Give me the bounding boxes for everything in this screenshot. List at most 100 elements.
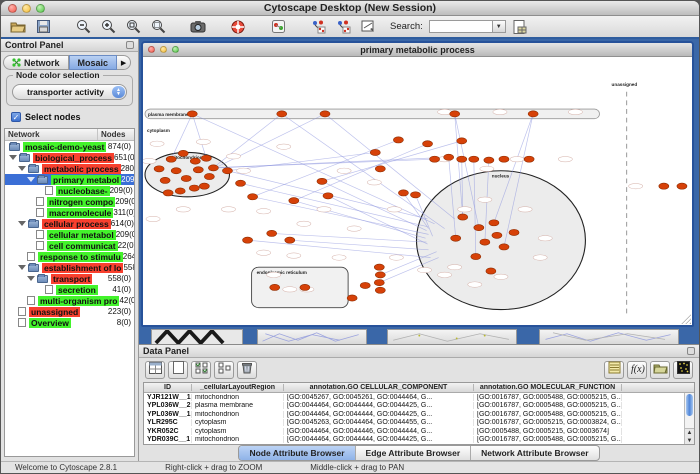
network-node[interactable] [317,178,327,184]
tree-row[interactable]: biological_process651(0) [5,152,134,163]
save-session-button[interactable] [32,17,54,36]
edge[interactable] [209,114,325,171]
network-view-window[interactable]: primary metabolic process plasma membran… [141,41,694,327]
attribute-grid-button[interactable] [145,361,165,379]
open-file-button[interactable] [7,17,29,36]
delete-attribute-button[interactable] [237,361,257,379]
network-node[interactable] [524,156,534,162]
edge[interactable] [253,197,429,235]
edge[interactable] [209,114,281,171]
zoom-fit-button[interactable] [147,17,169,36]
network-node[interactable] [398,190,408,196]
tree-row[interactable]: nucleobase-209(0) [5,185,134,196]
snapshot-camera-button[interactable] [187,17,209,36]
network-node[interactable] [499,156,509,162]
expand-arrow-icon[interactable] [27,276,35,281]
network-node[interactable] [659,183,669,189]
tree-row[interactable]: macromolecule311(0) [5,207,134,218]
table-scrollbar[interactable]: ▲▼ [684,393,694,444]
expand-arrow-icon[interactable] [18,265,26,270]
network-canvas[interactable]: plasma membranecytoplasmmitochondrionnuc… [143,57,692,325]
network-node[interactable] [444,154,454,160]
network-node[interactable] [285,237,295,243]
table-row[interactable]: YPL036W__1mitochondrion[GO:0044464, GO:0… [144,410,694,419]
table-column-header[interactable]: _cellularLayoutRegion [192,384,284,391]
table-row[interactable]: YJR121W__1mitochondrion[GO:0045267, GO:0… [144,393,694,402]
unselect-attributes-button[interactable] [214,361,234,379]
network-node[interactable] [320,111,330,117]
background-window-fragment[interactable] [151,329,243,344]
network-node[interactable] [457,156,467,162]
network-node[interactable] [374,279,384,285]
apply-layout-button[interactable] [307,17,329,36]
network-node[interactable] [423,141,433,147]
network-node[interactable] [222,168,232,174]
background-window-fragment[interactable] [257,329,367,344]
network-node[interactable] [677,183,687,189]
network-node[interactable] [204,173,214,179]
tree-col-nodes[interactable]: Nodes [98,129,134,140]
network-node[interactable] [300,284,310,290]
import-table-button[interactable] [509,17,531,36]
zoom-out-button[interactable] [72,17,94,36]
edge[interactable] [328,196,428,244]
float-panel-icon[interactable] [126,41,134,49]
tree-row[interactable]: response to stimulu264(0) [5,251,134,262]
background-window-fragment[interactable] [539,329,679,344]
tree-row[interactable]: cell communicat22(0) [5,240,134,251]
network-node[interactable] [499,244,509,250]
more-tabs-button[interactable]: ▶ [117,55,131,70]
edge[interactable] [192,114,206,158]
table-scrollbar-thumb[interactable] [686,394,693,416]
edge[interactable] [290,240,429,250]
network-node[interactable] [166,156,176,162]
table-row[interactable]: YDR039C__1mitochondrion[GO:0044464, GO:0… [144,436,694,445]
network-node[interactable] [163,190,173,196]
tree-row[interactable]: establishment of lo558(0) [5,262,134,273]
tree-row[interactable]: metabolic process280(0) [5,163,134,174]
network-node[interactable] [393,137,403,143]
tab-network[interactable]: Network [3,55,69,70]
node-color-select[interactable]: transporter activity ▲▼ [12,84,127,100]
heatmap-button[interactable] [673,361,693,379]
network-node[interactable] [193,167,203,173]
tree-row[interactable]: cellular metabol209(0) [5,229,134,240]
network-node[interactable] [181,175,191,181]
tree-row[interactable]: transport558(0) [5,273,134,284]
network-node[interactable] [374,264,384,270]
network-node[interactable] [236,180,246,186]
network-node[interactable] [458,214,468,220]
edge[interactable] [241,183,428,226]
network-node[interactable] [267,230,277,236]
window-titlebar[interactable]: Cytoscape Desktop (New Session) [1,1,699,16]
tab-node-attribute-browser[interactable]: Node Attribute Browser [239,446,355,460]
expand-arrow-icon[interactable] [27,177,35,182]
network-node[interactable] [451,235,461,241]
network-node[interactable] [450,111,460,117]
tree-row[interactable]: unassigned223(0) [5,306,134,317]
network-node[interactable] [492,232,502,238]
network-node[interactable] [160,177,170,183]
help-lifesaver-button[interactable] [227,17,249,36]
table-scrollbar-arrows[interactable]: ▲▼ [685,428,694,444]
zoom-selected-button[interactable] [122,17,144,36]
network-node[interactable] [489,220,499,226]
tree-row[interactable]: secretion41(0) [5,284,134,295]
network-node[interactable] [289,198,299,204]
network-node[interactable] [277,111,287,117]
tree-row[interactable]: cellular process614(0) [5,218,134,229]
zoom-in-button[interactable] [97,17,119,36]
tab-mosaic[interactable]: Mosaic [69,55,118,70]
network-node[interactable] [190,158,200,164]
table-row[interactable]: YLR295Ccytoplasm[GO:0045263, GO:0044464,… [144,419,694,428]
network-node[interactable] [430,156,440,162]
network-node[interactable] [375,272,385,278]
network-node[interactable] [187,111,197,117]
network-view-titlebar[interactable]: primary metabolic process [143,43,692,57]
expand-arrow-icon[interactable] [9,155,17,160]
open-attribute-file-button[interactable] [650,361,670,379]
tree-row[interactable]: primary metabol209(... [5,174,134,185]
network-node[interactable] [370,149,380,155]
network-node[interactable] [243,237,253,243]
network-node[interactable] [474,225,484,231]
